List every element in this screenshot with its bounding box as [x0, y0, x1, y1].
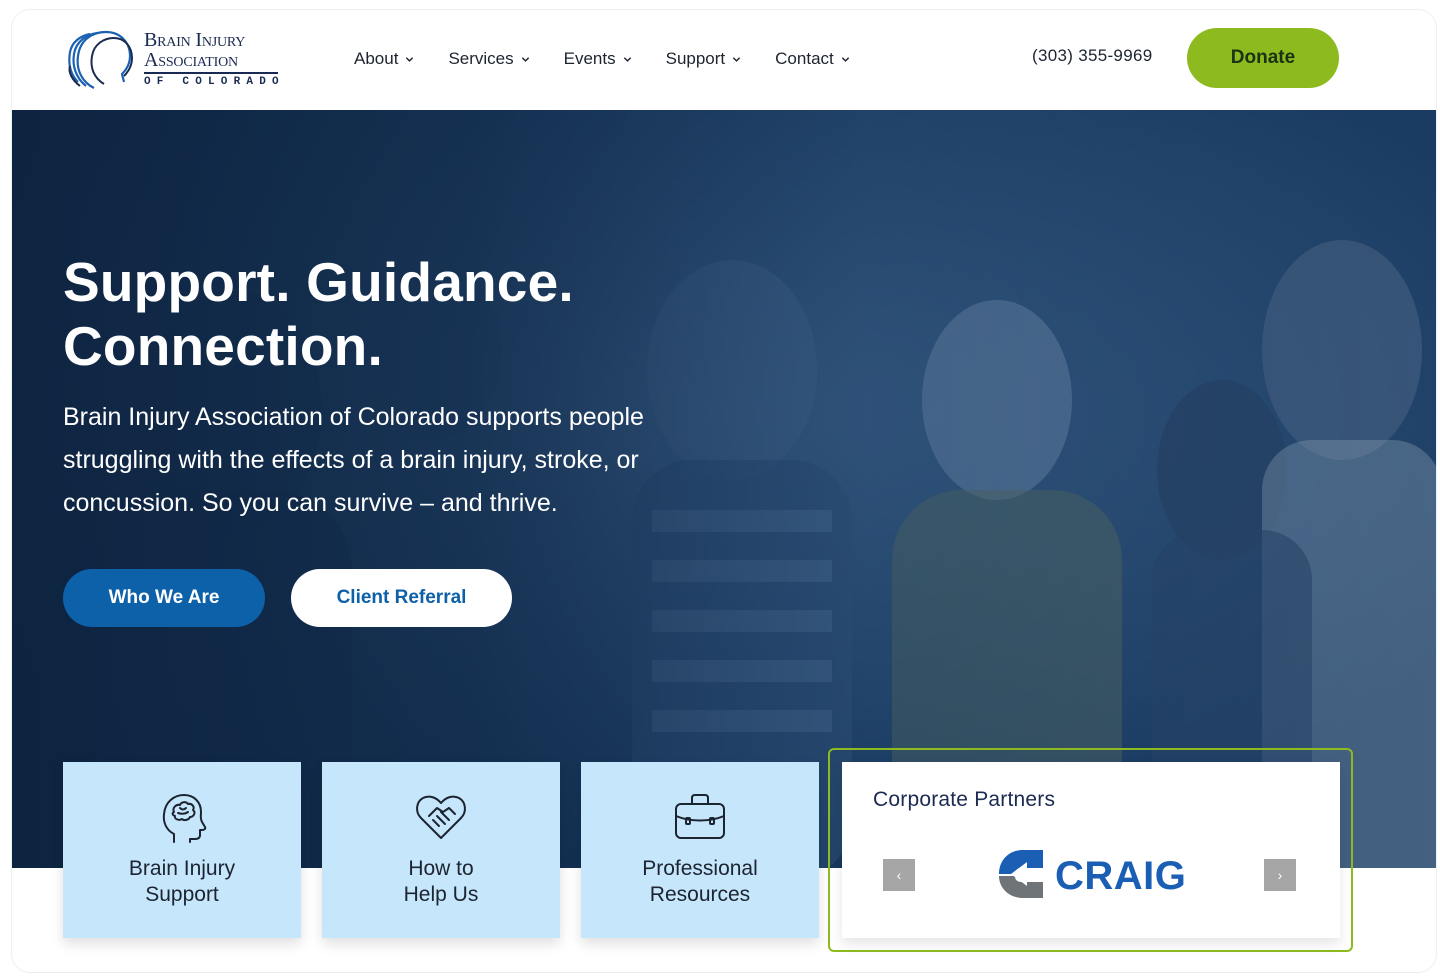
head-profiles-logo-icon — [68, 30, 134, 89]
nav-item-support[interactable]: Support — [666, 46, 742, 72]
partners-title: Corporate Partners — [873, 788, 1056, 811]
nav-item-label: Services — [448, 49, 514, 68]
card-how-to-help-us[interactable]: How to Help Us — [322, 762, 560, 938]
craig-logo-icon — [999, 850, 1043, 898]
main-nav: About Services Events Support Contact — [354, 46, 850, 72]
nav-item-services[interactable]: Services — [448, 46, 529, 72]
nav-item-label: About — [354, 49, 399, 68]
logo-line-2: Association — [144, 49, 238, 71]
partners-next-button[interactable]: › — [1264, 859, 1296, 891]
hero-text-line: Brain Injury Association of Colorado sup… — [63, 403, 644, 431]
craig-partner-logo[interactable]: CRAIG — [993, 846, 1193, 902]
card-label: How to Help Us — [404, 856, 479, 908]
card-label-line: Professional — [642, 857, 758, 880]
hero-title-line: Connection. — [63, 315, 383, 377]
chevron-down-icon — [623, 56, 631, 62]
hero-title: Support. Guidance. Connection. — [63, 250, 763, 378]
page-frame: Brain Injury Association OF COLORADO Abo… — [12, 10, 1436, 972]
hero-title-line: Support. Guidance. — [63, 251, 574, 313]
corporate-partners-panel: Corporate Partners ‹ CRAIG › — [842, 762, 1340, 938]
client-referral-button[interactable]: Client Referral — [291, 569, 512, 627]
nav-item-contact[interactable]: Contact — [775, 46, 850, 72]
brain-head-icon — [162, 794, 207, 843]
card-label-line: Support — [145, 883, 219, 906]
nav-item-label: Events — [563, 49, 616, 68]
chevron-down-icon — [841, 56, 849, 62]
logo-line-3: OF COLORADO — [144, 76, 285, 88]
hero-text-line: struggling with the effects of a brain i… — [63, 446, 639, 474]
site-logo[interactable]: Brain Injury Association OF COLORADO — [64, 26, 294, 92]
who-we-are-button[interactable]: Who We Are — [63, 569, 265, 627]
briefcase-icon — [675, 794, 725, 839]
card-label: Brain Injury Support — [129, 856, 235, 908]
chevron-down-icon — [732, 56, 741, 62]
card-brain-injury-support[interactable]: Brain Injury Support — [63, 762, 301, 938]
phone-link[interactable]: (303) 355-9969 — [1032, 46, 1152, 66]
card-label-line: How to — [408, 857, 474, 880]
hero-description: Brain Injury Association of Colorado sup… — [63, 396, 763, 525]
site-header: Brain Injury Association OF COLORADO Abo… — [12, 10, 1436, 110]
card-label-line: Resources — [649, 883, 751, 906]
hero-text-line: concussion. So you can survive – and thr… — [63, 489, 558, 517]
nav-item-label: Contact — [775, 49, 834, 68]
heart-handshake-icon — [416, 795, 466, 839]
card-label: Professional Resources — [642, 856, 758, 908]
logo-divider — [144, 72, 278, 74]
partners-prev-button[interactable]: ‹ — [883, 859, 915, 891]
nav-item-events[interactable]: Events — [564, 46, 632, 72]
chevron-down-icon — [406, 56, 414, 62]
logo-line-1: Brain Injury — [144, 29, 246, 51]
chevron-down-icon — [521, 56, 529, 62]
card-professional-resources[interactable]: Professional Resources — [581, 762, 819, 938]
donate-button[interactable]: Donate — [1187, 28, 1339, 88]
card-label-line: Brain Injury — [128, 857, 236, 880]
nav-item-label: Support — [665, 49, 726, 68]
nav-item-about[interactable]: About — [354, 46, 414, 72]
craig-logo-text: CRAIG — [1055, 854, 1187, 898]
card-label-line: Help Us — [403, 883, 479, 906]
